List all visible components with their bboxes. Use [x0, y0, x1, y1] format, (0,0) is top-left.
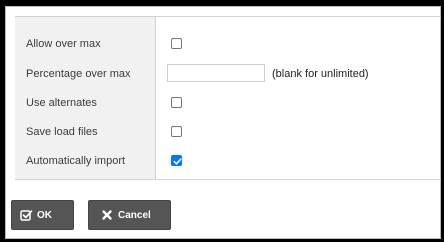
save-load-files-label: Save load files: [26, 126, 98, 138]
percentage-over-max-input[interactable]: [167, 64, 265, 82]
allow-over-max-label: Allow over max: [26, 38, 101, 50]
ok-button[interactable]: OK: [11, 200, 74, 230]
dialog: Allow over max Percentage over max (blan…: [5, 6, 441, 239]
check-square-icon: [20, 209, 33, 222]
cancel-button-label: Cancel: [118, 209, 151, 221]
row-percentage-over-max: Percentage over max (blank for unlimited…: [15, 60, 441, 89]
row-automatically-import: Automatically import: [15, 147, 441, 176]
x-icon: [101, 209, 114, 222]
settings-form: Allow over max Percentage over max (blan…: [15, 16, 441, 180]
cancel-button[interactable]: Cancel: [88, 200, 171, 230]
percentage-hint: (blank for unlimited): [272, 68, 369, 80]
use-alternates-label: Use alternates: [26, 97, 97, 109]
use-alternates-checkbox[interactable]: [171, 97, 182, 108]
percentage-over-max-label: Percentage over max: [26, 68, 131, 80]
ok-button-label: OK: [37, 209, 52, 221]
automatically-import-label: Automatically import: [26, 155, 126, 167]
row-use-alternates: Use alternates: [15, 89, 441, 118]
allow-over-max-checkbox[interactable]: [171, 38, 182, 49]
button-bar: OK Cancel: [6, 181, 440, 238]
row-allow-over-max: Allow over max: [15, 30, 441, 59]
row-save-load-files: Save load files: [15, 118, 441, 147]
save-load-files-checkbox[interactable]: [171, 126, 182, 137]
checkmark-icon: [173, 158, 182, 165]
automatically-import-checkbox[interactable]: [171, 155, 182, 166]
